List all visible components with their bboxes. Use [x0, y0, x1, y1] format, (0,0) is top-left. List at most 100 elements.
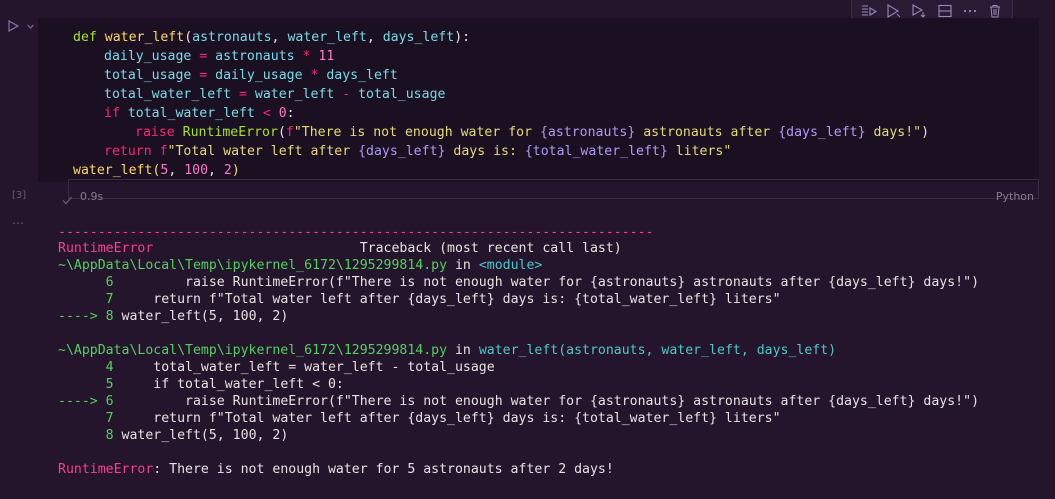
- code-line-3: total_usage = daily_usage * days_left: [104, 66, 398, 85]
- code-line-5: if total_water_left < 0:: [104, 104, 295, 123]
- paren: (: [277, 125, 286, 140]
- cell-status-bar: [38, 184, 1039, 208]
- code-line-2: daily_usage = astronauts * 11: [104, 47, 334, 66]
- number: 100: [184, 163, 209, 178]
- operator: =: [191, 49, 216, 64]
- error-text: : There is not enough water for 5 astron…: [153, 462, 614, 477]
- paren: (: [184, 30, 193, 45]
- code-cell-editor[interactable]: def water_left(astronauts, water_left, d…: [38, 18, 1039, 199]
- string: liters": [667, 144, 732, 159]
- frame-scope: <module>: [478, 258, 543, 273]
- more-icon[interactable]: [960, 2, 980, 20]
- var: total_water_left: [127, 106, 255, 121]
- fstring-field: {days_left}: [778, 125, 866, 140]
- source-line: water_left(5, 100, 2): [121, 428, 289, 443]
- frame-1-line-8: ----> 8 water_left(5, 100, 2): [58, 308, 288, 325]
- in-text: in: [447, 343, 479, 358]
- frame-2-location: ~\AppData\Local\Temp\ipykernel_6172\1295…: [58, 342, 836, 359]
- file-path: ~\AppData\Local\Temp\ipykernel_6172\1295…: [58, 258, 448, 273]
- check-icon: [61, 191, 73, 210]
- frame-scope: water_left(astronauts, water_left, days_…: [478, 343, 837, 358]
- line-number: 7: [58, 411, 122, 426]
- source-line: if total_water_left < 0:: [121, 377, 344, 392]
- var: water_left: [254, 87, 335, 102]
- var: daily_usage: [215, 68, 303, 83]
- code-line-7: return f"Total water left after {days_le…: [104, 142, 731, 161]
- operator: -: [334, 87, 359, 102]
- cell-run-controls: [6, 19, 35, 33]
- delete-icon[interactable]: [985, 2, 1005, 20]
- file-path: ~\AppData\Local\Temp\ipykernel_6172\1295…: [58, 343, 448, 358]
- var: total_usage: [104, 68, 192, 83]
- line-number: 8: [58, 428, 122, 443]
- param: astronauts: [192, 30, 272, 45]
- if-keyword: if: [104, 106, 120, 121]
- return-keyword: return: [104, 144, 152, 159]
- string: days!": [865, 125, 922, 140]
- line-number: 5: [58, 377, 122, 392]
- error-type: RuntimeError: [58, 462, 154, 477]
- comma: ,: [208, 163, 224, 178]
- paren: ):: [454, 30, 471, 45]
- comma: ,: [168, 163, 185, 178]
- line-number: 4: [58, 360, 122, 375]
- def-keyword: def: [73, 30, 97, 45]
- frame-2-line-5: 5 if total_water_left < 0:: [58, 376, 344, 393]
- string: days is:: [445, 144, 525, 159]
- var: total_water_left: [104, 87, 232, 102]
- chevron-down-icon[interactable]: [26, 22, 35, 31]
- execute-below-icon[interactable]: [909, 2, 929, 20]
- var: daily_usage: [104, 49, 192, 64]
- code-line-4: total_water_left = water_left - total_us…: [104, 85, 445, 104]
- line-number: 7: [58, 292, 122, 307]
- param: days_left: [382, 30, 455, 45]
- in-text: in: [447, 258, 479, 273]
- frame-2-line-8: 8 water_left(5, 100, 2): [58, 427, 289, 444]
- comma: ,: [366, 30, 383, 45]
- param: water_left: [287, 30, 367, 45]
- source-line: raise RuntimeError(f"There is not enough…: [121, 275, 980, 290]
- ellipsis-icon[interactable]: ⋯: [12, 216, 25, 230]
- frame-2-line-4: 4 total_water_left = water_left - total_…: [58, 359, 495, 376]
- source-line: total_water_left = water_left - total_us…: [121, 360, 495, 375]
- fstring-field: {days_left}: [358, 144, 446, 159]
- execute-cell-icon[interactable]: [884, 2, 904, 20]
- current-line-arrow: ----> 6: [58, 394, 122, 409]
- paren: ): [231, 163, 240, 178]
- function-call: water_left: [73, 163, 153, 178]
- operator: =: [231, 87, 255, 102]
- operator: *: [294, 49, 319, 64]
- function-name: water_left: [104, 30, 185, 45]
- traceback-header: RuntimeError Traceback (most recent call…: [58, 240, 622, 257]
- language-indicator[interactable]: Python: [996, 190, 1034, 203]
- frame-1-line-6: 6 raise RuntimeError(f"There is not enou…: [58, 274, 979, 291]
- operator: <: [254, 106, 279, 121]
- number: 2: [223, 163, 232, 178]
- play-icon[interactable]: [6, 19, 20, 33]
- execute-above-icon[interactable]: [859, 2, 879, 20]
- source-line: water_left(5, 100, 2): [121, 309, 289, 324]
- execution-duration: 0.9s: [80, 190, 104, 203]
- source-line: raise RuntimeError(f"There is not enough…: [121, 394, 980, 409]
- error-message: RuntimeError: There is not enough water …: [58, 461, 614, 478]
- raise-keyword: raise: [135, 125, 175, 140]
- frame-2-line-6: ----> 6 raise RuntimeError(f"There is no…: [58, 393, 979, 410]
- var: astronauts: [215, 49, 295, 64]
- frame-1-location: ~\AppData\Local\Temp\ipykernel_6172\1295…: [58, 257, 542, 274]
- split-cell-icon[interactable]: [935, 2, 955, 20]
- colon: :: [286, 106, 295, 121]
- paren: ): [921, 125, 930, 140]
- var: days_left: [326, 68, 398, 83]
- fstring-field: {total_water_left}: [524, 144, 668, 159]
- source-line: return f"Total water left after {days_le…: [121, 411, 781, 426]
- source-line: return f"Total water left after {days_le…: [121, 292, 781, 307]
- string: "There is not enough water for: [293, 125, 540, 140]
- current-line-arrow: ----> 8: [58, 309, 122, 324]
- var: total_usage: [358, 87, 446, 102]
- string: astronauts after: [635, 125, 779, 140]
- code-line-1: def water_left(astronauts, water_left, d…: [73, 28, 470, 47]
- operator: =: [191, 68, 216, 83]
